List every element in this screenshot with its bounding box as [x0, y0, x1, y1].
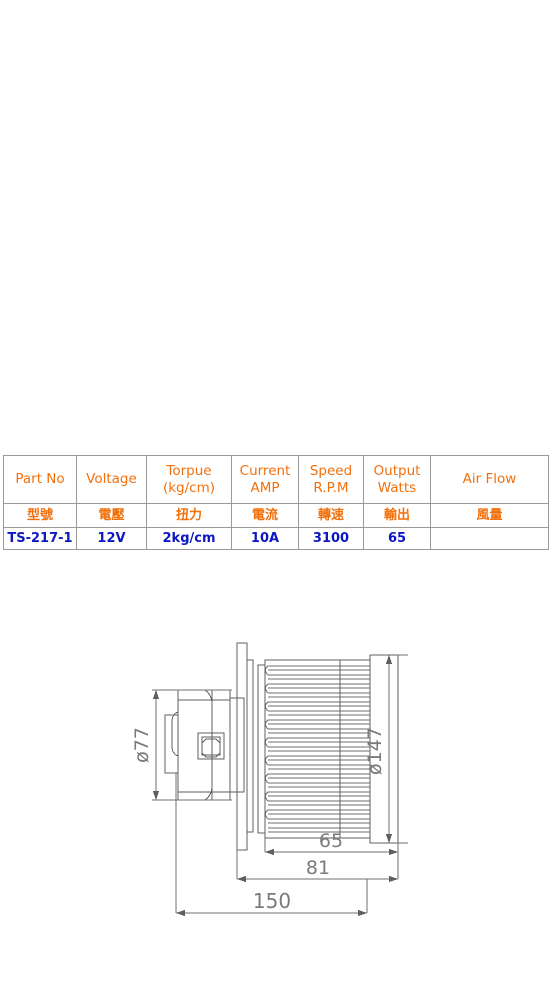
motor-rear-cap: [171, 711, 179, 757]
impeller-blades: [268, 665, 370, 833]
blower-drawing-svg: ø77 ø147 65 81 150: [131, 642, 408, 917]
terminal-block-octagon: [201, 738, 221, 758]
impeller-shroud-ring: [257, 664, 266, 834]
header-speed-line1: Speed: [309, 463, 353, 480]
header-torque-line1: Torpue: [166, 463, 212, 480]
header-current-line1: Current: [239, 463, 291, 480]
value-torque: 2kg/cm: [146, 527, 232, 550]
specification-table-container: Part No Voltage Torpue (kg/cm) Current A…: [3, 455, 549, 550]
dimension-label-overall-length: 150: [253, 889, 291, 913]
arrow-phi77-top: [152, 690, 160, 699]
dimension-fan-diameter: [385, 654, 408, 844]
header-output-line1: Output: [373, 463, 421, 480]
impeller-blade-roots: [265, 665, 269, 820]
dimension-label-fan-diameter: ø147: [364, 727, 386, 775]
header-part-no: Part No: [3, 455, 77, 504]
header-voltage-line1: Voltage: [86, 471, 137, 488]
value-output: 65: [363, 527, 431, 550]
header-current-line2: AMP: [250, 479, 280, 496]
arrow-phi77-bottom: [152, 791, 160, 800]
header-cn-air-flow: 風量: [430, 503, 549, 528]
table-row-values: TS-217-1 12V 2kg/cm 10A 3100 65: [3, 527, 549, 550]
flange-plate: [236, 642, 248, 851]
header-voltage: Voltage: [76, 455, 147, 504]
dimension-label-flange-to-end: 81: [306, 857, 330, 879]
value-speed: 3100: [298, 527, 364, 550]
value-part-no: TS-217-1: [3, 527, 77, 550]
header-torque: Torpue (kg/cm): [146, 455, 232, 504]
mounting-flange: [236, 642, 254, 851]
header-speed-line2: R.P.M: [313, 479, 349, 496]
header-cn-output: 輸出: [363, 503, 431, 528]
dimension-label-motor-diameter: ø77: [131, 727, 153, 763]
flange-boss: [246, 659, 254, 833]
header-air-flow-line1: Air Flow: [462, 471, 517, 488]
header-part-no-line1: Part No: [15, 471, 65, 488]
arrow-150-left: [176, 909, 185, 917]
header-output-line2: Watts: [377, 479, 417, 496]
header-cn-torque: 扭力: [146, 503, 232, 528]
arrow-phi147-bottom: [385, 834, 393, 843]
table-row-header-english: Part No Voltage Torpue (kg/cm) Current A…: [3, 455, 549, 504]
arrow-81-left: [237, 875, 246, 883]
table-row-header-chinese: 型號 電壓 扭力 電流 轉速 輸出 風量: [3, 503, 549, 528]
value-air-flow: [430, 527, 549, 550]
arrow-81-right: [389, 875, 398, 883]
arrow-65-right: [389, 848, 398, 856]
arrow-phi147-top: [385, 655, 393, 664]
header-cn-current: 電流: [231, 503, 299, 528]
technical-drawing: ø77 ø147 65 81 150: [0, 620, 550, 960]
motor-can: [177, 689, 231, 801]
dimension-label-fan-width: 65: [319, 830, 343, 852]
header-cn-speed: 轉速: [298, 503, 364, 528]
motor-body: [164, 689, 245, 801]
specification-table: Part No Voltage Torpue (kg/cm) Current A…: [3, 455, 549, 550]
header-torque-line2: (kg/cm): [162, 479, 216, 496]
motor-corner-fillet-bottom: [204, 787, 213, 801]
header-cn-part-no: 型號: [3, 503, 77, 528]
value-voltage: 12V: [76, 527, 147, 550]
arrow-150-right: [358, 909, 367, 917]
header-air-flow: Air Flow: [430, 455, 549, 504]
header-speed: Speed R.P.M: [298, 455, 364, 504]
value-current: 10A: [231, 527, 299, 550]
header-cn-voltage: 電壓: [76, 503, 147, 528]
header-current: Current AMP: [231, 455, 299, 504]
arrow-65-left: [265, 848, 274, 856]
header-output: Output Watts: [363, 455, 431, 504]
impeller-cage: [264, 659, 371, 839]
